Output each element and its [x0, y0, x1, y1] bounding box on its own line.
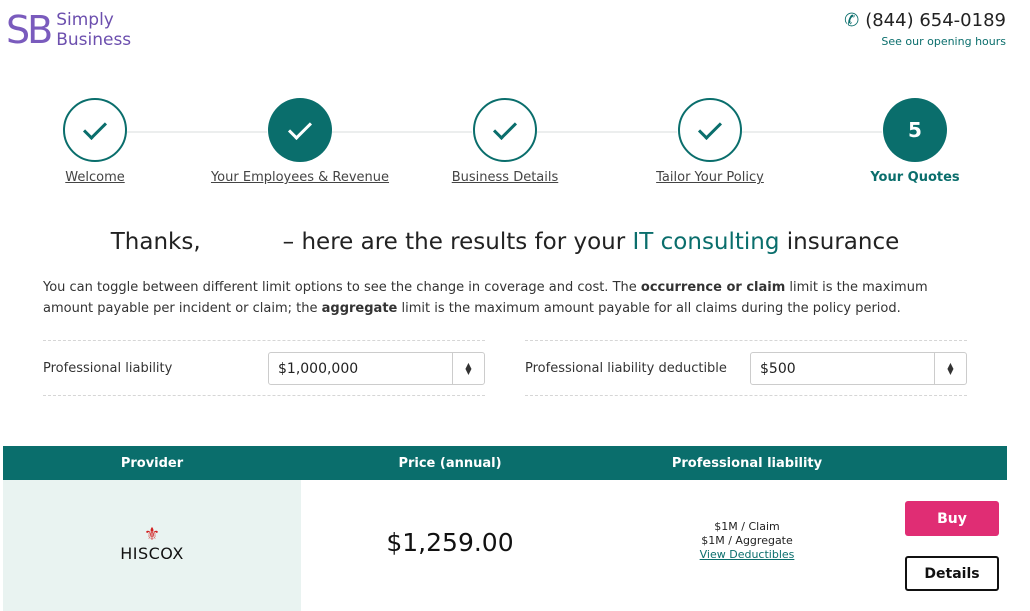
check-icon: [697, 115, 723, 140]
intro-part: limit is the maximum amount payable for …: [401, 301, 901, 316]
liability-limit-select[interactable]: $1,000,000 ▲ ▼: [268, 352, 485, 385]
step-circle: [473, 98, 537, 162]
check-icon: [287, 115, 313, 140]
step-your-quotes: 5 Your Quotes: [815, 98, 1015, 185]
business-type: IT consulting: [632, 229, 780, 255]
step-number: 5: [908, 118, 922, 142]
simply-business-logo[interactable]: SB Simply Business: [6, 10, 131, 50]
select-arrows-icon: ▲ ▼: [452, 353, 484, 384]
provider-cell: ⚜ HISCOX: [3, 480, 301, 611]
intro-bold: occurrence or claim: [640, 280, 786, 295]
buy-button[interactable]: Buy: [905, 501, 999, 536]
step-circle: 5: [883, 98, 947, 162]
details-button[interactable]: Details: [905, 556, 999, 591]
column-header-liability: Professional liability: [671, 455, 823, 471]
quote-price: $1,259.00: [386, 528, 514, 557]
step-business-details[interactable]: Business Details: [405, 98, 605, 185]
deductible-value: $500: [760, 360, 796, 377]
step-label[interactable]: Welcome: [0, 170, 195, 185]
contact-info: ✆ (844) 654-0189 See our opening hours: [844, 10, 1006, 48]
check-icon: [492, 115, 518, 140]
hiscox-fleur-icon: ⚜: [143, 524, 161, 545]
intro-part: You can toggle between different limit o…: [43, 280, 637, 295]
liability-limit-row: Professional liability $1,000,000 ▲ ▼: [43, 340, 485, 396]
headline-middle: – here are the results for your: [282, 229, 626, 255]
logo-mark: SB: [6, 8, 53, 52]
deductible-row: Professional liability deductible $500 ▲…: [525, 340, 967, 396]
column-header-provider: Provider: [120, 455, 184, 471]
column-header-price: Price (annual): [398, 455, 502, 471]
headline-prefix: Thanks,: [110, 229, 201, 255]
step-circle: [268, 98, 332, 162]
quote-row: ⚜ HISCOX $1,259.00 $1M / Claim $1M / Agg…: [3, 480, 1007, 611]
logo-line-2: Business: [56, 30, 132, 50]
claim-limit: $1M / Claim: [714, 520, 780, 533]
deductible-label: Professional liability deductible: [525, 360, 727, 376]
step-label[interactable]: Tailor Your Policy: [610, 170, 810, 185]
step-tailor-policy[interactable]: Tailor Your Policy: [610, 98, 810, 185]
step-label[interactable]: Your Employees & Revenue: [200, 170, 400, 185]
progress-steps: Welcome Your Employees & Revenue Busines…: [0, 98, 1030, 198]
step-label: Your Quotes: [870, 170, 960, 185]
step-label[interactable]: Business Details: [405, 170, 605, 185]
logo-text: Simply Business: [56, 10, 131, 50]
provider-logo: HISCOX: [120, 544, 184, 563]
opening-hours-link[interactable]: See our opening hours: [844, 35, 1006, 48]
intro-bold: aggregate: [321, 301, 398, 316]
phone-line[interactable]: ✆ (844) 654-0189: [844, 10, 1006, 31]
intro-text: You can toggle between different limit o…: [43, 277, 973, 319]
deductible-select[interactable]: $500 ▲ ▼: [750, 352, 967, 385]
quotes-table-header: Provider Price (annual) Professional lia…: [3, 446, 1007, 480]
check-icon: [82, 115, 108, 140]
liability-limit-label: Professional liability: [43, 360, 173, 376]
liability-cell: $1M / Claim $1M / Aggregate View Deducti…: [599, 520, 895, 562]
step-employees-revenue[interactable]: Your Employees & Revenue: [200, 98, 400, 185]
logo-line-1: Simply: [56, 10, 114, 30]
phone-number[interactable]: (844) 654-0189: [865, 10, 1006, 31]
page-title: Thanks, – here are the results for your I…: [0, 229, 1010, 255]
step-circle: [63, 98, 127, 162]
aggregate-limit: $1M / Aggregate: [701, 534, 793, 547]
step-circle: [678, 98, 742, 162]
view-deductibles-link[interactable]: View Deductibles: [599, 548, 895, 562]
liability-limit-value: $1,000,000: [278, 360, 359, 377]
step-welcome[interactable]: Welcome: [0, 98, 195, 185]
phone-icon: ✆: [844, 10, 860, 31]
headline-suffix: insurance: [786, 229, 900, 255]
select-arrows-icon: ▲ ▼: [934, 353, 966, 384]
